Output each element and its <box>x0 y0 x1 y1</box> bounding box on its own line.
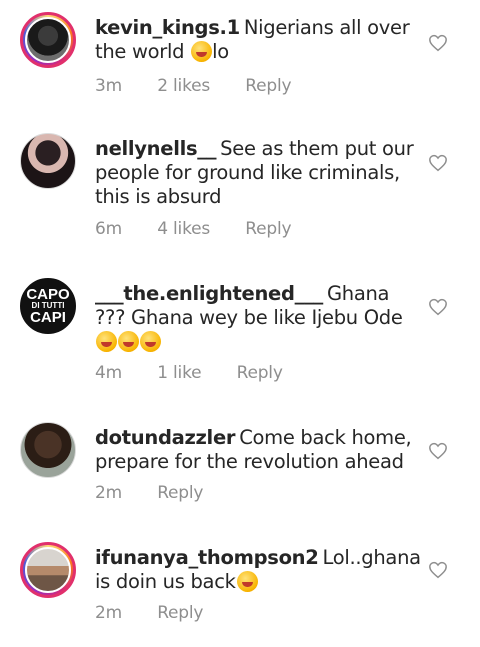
comment-meta: 3m 2 likes Reply <box>95 76 321 96</box>
heart-outline-icon[interactable] <box>428 561 448 579</box>
reply-button[interactable]: Reply <box>157 603 203 623</box>
comment-text: kevin_kings.1 Nigerians all over the worl… <box>95 16 415 64</box>
heart-outline-icon[interactable] <box>428 154 448 172</box>
comment-username[interactable]: kevin_kings.1 <box>95 16 240 39</box>
avatar[interactable] <box>20 12 76 68</box>
laughing-emoji-icon <box>118 331 139 352</box>
comment-body-tail: lo <box>212 40 229 63</box>
avatar[interactable] <box>20 133 76 189</box>
heart-outline-icon[interactable] <box>428 298 448 316</box>
comment-username[interactable]: dotundazzler <box>95 426 235 449</box>
comment-time: 3m <box>95 76 122 96</box>
avatar[interactable]: CAPO DI TUTTI CAPI <box>20 278 76 334</box>
comment-meta: 4m 1 like Reply <box>95 363 313 383</box>
avatar-logo-text: CAPI <box>30 309 66 326</box>
reply-button[interactable]: Reply <box>245 219 291 239</box>
comment-username[interactable]: ___the.enlightened___ <box>95 282 323 305</box>
reply-button[interactable]: Reply <box>245 76 291 96</box>
comment-meta: 2m Reply <box>95 603 233 623</box>
comment-text: nellynells__ See as them put our people f… <box>95 137 415 209</box>
comment-likes[interactable]: 1 like <box>157 363 201 383</box>
heart-outline-icon[interactable] <box>428 442 448 460</box>
comment-username[interactable]: ifunanya_thompson2 <box>95 546 319 569</box>
comment-text: ___the.enlightened___ Ghana ??? Ghana wey… <box>95 282 415 354</box>
comment-time: 2m <box>95 603 122 623</box>
reply-button[interactable]: Reply <box>157 483 203 503</box>
comment-text: dotundazzler Come back home, prepare for … <box>95 426 415 474</box>
comment-likes[interactable]: 4 likes <box>157 219 210 239</box>
comment-time: 6m <box>95 219 122 239</box>
heart-outline-icon[interactable] <box>428 34 448 52</box>
laughing-emoji-icon <box>96 331 117 352</box>
comment-meta: 2m Reply <box>95 483 233 503</box>
comment-meta: 6m 4 likes Reply <box>95 219 321 239</box>
laughing-emoji-icon <box>191 41 213 62</box>
comment-username[interactable]: nellynells__ <box>95 137 216 160</box>
comment-likes[interactable]: 2 likes <box>157 76 210 96</box>
comments-list: kevin_kings.1 Nigerians all over the worl… <box>0 0 480 647</box>
comment-time: 4m <box>95 363 122 383</box>
avatar[interactable] <box>20 422 76 478</box>
comment-text: ifunanya_thompson2 Lol..ghana is doin us … <box>95 546 421 594</box>
comment-time: 2m <box>95 483 122 503</box>
reply-button[interactable]: Reply <box>237 363 283 383</box>
laughing-emoji-icon <box>236 571 258 592</box>
laughing-emoji-icon <box>140 331 161 352</box>
avatar-logo-text: CAPO <box>26 286 70 303</box>
avatar[interactable] <box>20 542 76 598</box>
